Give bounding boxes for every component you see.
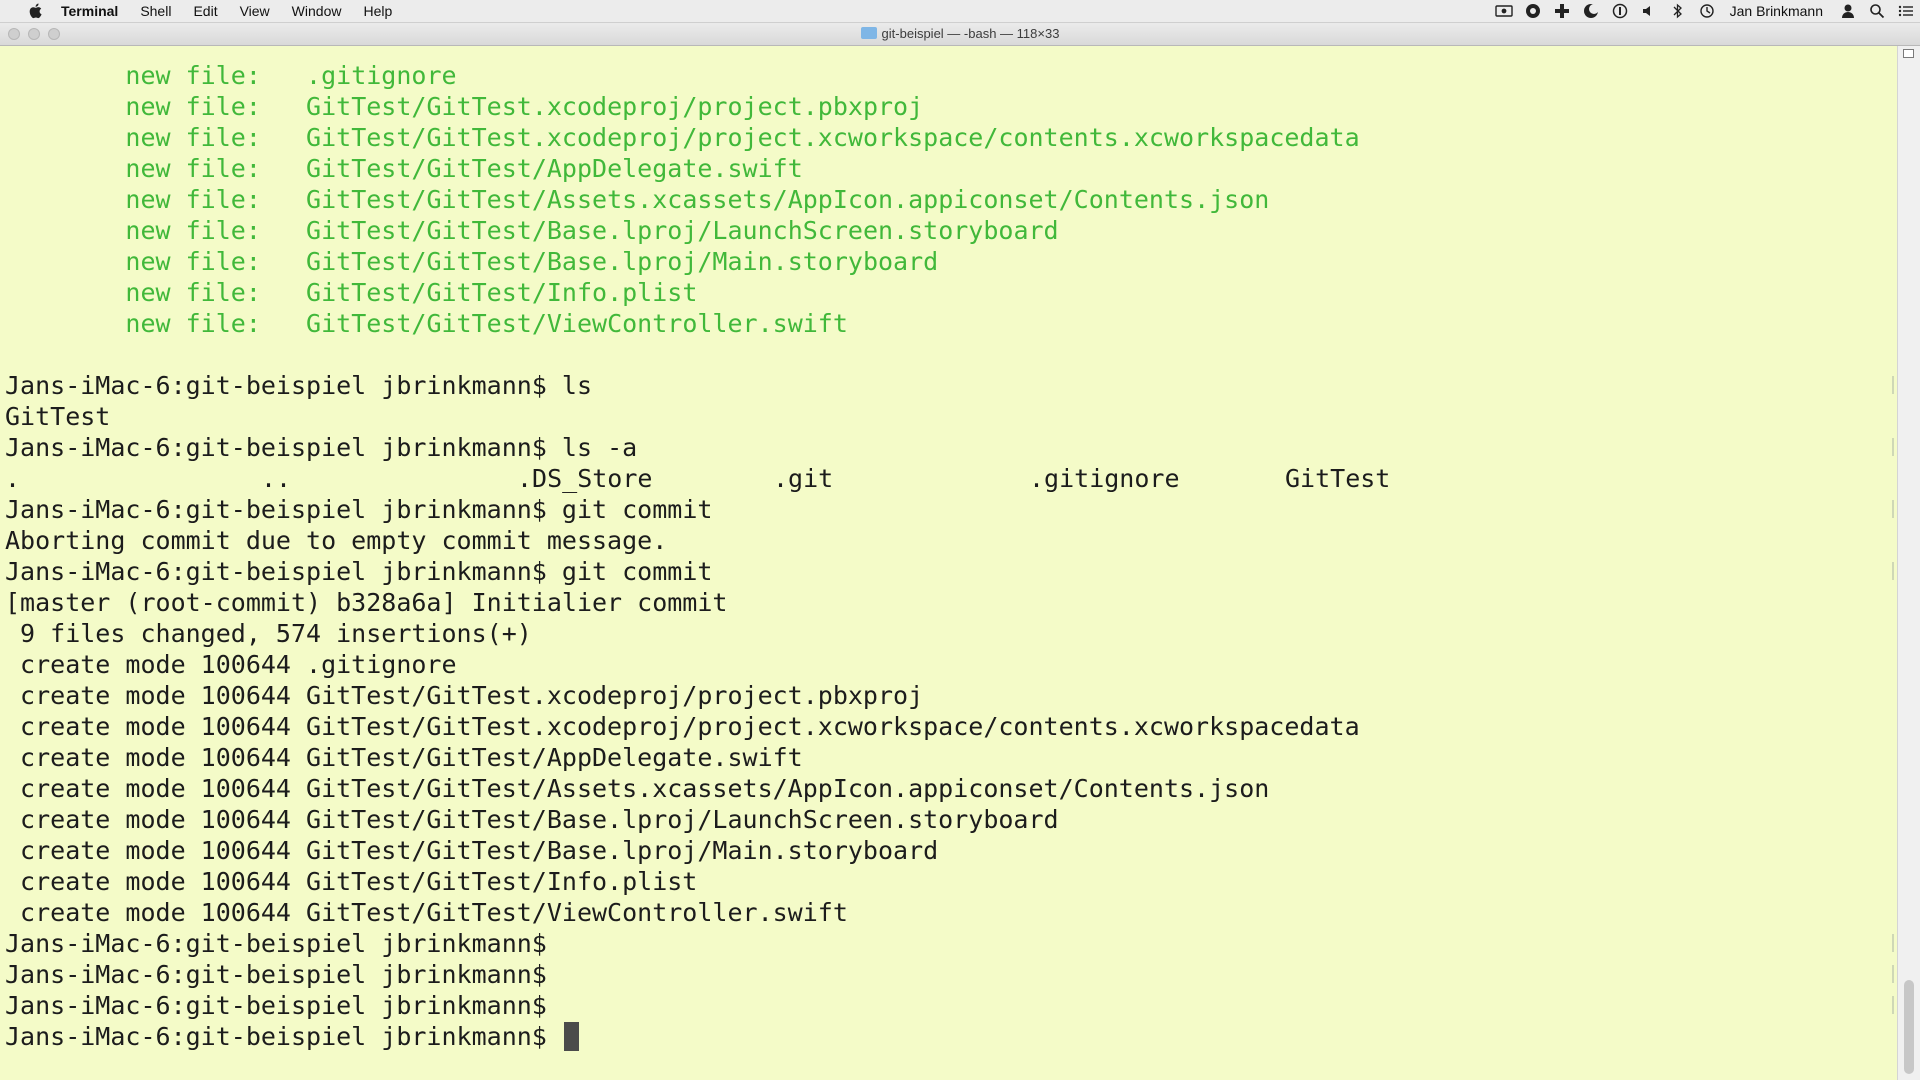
status-area: Jan Brinkmann [1490, 0, 1920, 22]
command-mark [1892, 996, 1894, 1014]
output-line: Aborting commit due to empty commit mess… [5, 526, 668, 555]
screen-record-icon[interactable] [1490, 0, 1519, 22]
time-machine-icon[interactable] [1693, 0, 1722, 22]
output-line: create mode 100644 .gitignore [5, 650, 457, 679]
staged-file-line: new file: GitTest/GitTest.xcodeproj/proj… [125, 92, 924, 121]
staged-file-line: new file: GitTest/GitTest/Base.lproj/Mai… [125, 247, 939, 276]
staged-file-line: new file: .gitignore [125, 61, 457, 90]
prompt-line: Jans-iMac-6:git-beispiel jbrinkmann$ [5, 991, 547, 1020]
output-line: 9 files changed, 574 insertions(+) [5, 619, 532, 648]
menu-edit[interactable]: Edit [182, 0, 228, 22]
ls-entry: GitTest [1285, 464, 1391, 493]
volume-icon[interactable] [1635, 0, 1664, 22]
command-mark [1892, 965, 1894, 983]
folder-icon [860, 27, 877, 39]
active-prompt-line[interactable]: Jans-iMac-6:git-beispiel jbrinkmann$ [5, 1021, 579, 1052]
add-icon[interactable] [1548, 0, 1577, 22]
output-line: [master (root-commit) b328a6a] Initialie… [5, 588, 728, 617]
ls-output-line: . .. .DS_Store .git .gitignore GitTest [5, 463, 1505, 494]
output-line: create mode 100644 GitTest/GitTest/ViewC… [5, 898, 848, 927]
output-line: create mode 100644 GitTest/GitTest.xcode… [5, 712, 1360, 741]
menu-bar: Terminal Shell Edit View Window Help Jan… [0, 0, 1920, 23]
output-line: GitTest [5, 402, 111, 431]
output-line: create mode 100644 GitTest/GitTest.xcode… [5, 681, 924, 710]
prompt-line: Jans-iMac-6:git-beispiel jbrinkmann$ [5, 929, 547, 958]
search-icon[interactable] [1862, 0, 1891, 22]
command-line: Jans-iMac-6:git-beispiel jbrinkmann$ git… [5, 495, 713, 524]
command-line: Jans-iMac-6:git-beispiel jbrinkmann$ ls [5, 371, 593, 400]
user-icon[interactable] [1833, 0, 1862, 22]
command-mark [1892, 934, 1894, 952]
menu-terminal[interactable]: Terminal [50, 0, 129, 22]
menu-shell[interactable]: Shell [129, 0, 182, 22]
ls-entry: .gitignore [1029, 464, 1180, 493]
output-line: create mode 100644 GitTest/GitTest/Base.… [5, 836, 939, 865]
output-line: create mode 100644 GitTest/GitTest/Asset… [5, 774, 1270, 803]
ls-entry: .. [261, 464, 292, 493]
output-line: create mode 100644 GitTest/GitTest/Info.… [5, 867, 698, 896]
split-pane-icon[interactable] [1903, 49, 1914, 58]
staged-file-line: new file: GitTest/GitTest.xcodeproj/proj… [125, 123, 1360, 152]
window-titlebar[interactable]: git-beispiel — -bash — 118×33 [0, 23, 1920, 46]
ls-entry: . [5, 464, 21, 493]
command-mark [1892, 500, 1894, 518]
ls-entry: .DS_Store [517, 464, 653, 493]
creative-cloud-icon[interactable] [1519, 0, 1548, 22]
command-mark [1892, 376, 1894, 394]
staged-file-line: new file: GitTest/GitTest/Info.plist [125, 278, 698, 307]
command-line: Jans-iMac-6:git-beispiel jbrinkmann$ git… [5, 557, 713, 586]
command-mark [1892, 438, 1894, 456]
menu-help[interactable]: Help [352, 0, 403, 22]
vertical-scrollbar[interactable] [1897, 46, 1920, 1080]
output-line: create mode 100644 GitTest/GitTest/Base.… [5, 805, 1059, 834]
notification-center-icon[interactable] [1891, 0, 1920, 22]
window-title: git-beispiel — -bash — 118×33 [0, 23, 1920, 45]
command-mark [1892, 562, 1894, 580]
staged-file-line: new file: GitTest/GitTest/Base.lproj/Lau… [125, 216, 1059, 245]
user-name[interactable]: Jan Brinkmann [1722, 3, 1833, 19]
output-line: create mode 100644 GitTest/GitTest/AppDe… [5, 743, 803, 772]
prompt-line: Jans-iMac-6:git-beispiel jbrinkmann$ [5, 960, 547, 989]
bluetooth-icon[interactable] [1664, 0, 1693, 22]
text-cursor [563, 1022, 579, 1051]
staged-file-line: new file: GitTest/GitTest/Assets.xcasset… [125, 185, 1270, 214]
command-line: Jans-iMac-6:git-beispiel jbrinkmann$ ls … [5, 433, 638, 462]
ls-entry: .git [773, 464, 834, 493]
scrollbar-thumb[interactable] [1904, 980, 1914, 1074]
apple-icon[interactable] [20, 3, 50, 19]
moon-icon[interactable] [1577, 0, 1606, 22]
menu-view[interactable]: View [229, 0, 281, 22]
window-title-text: git-beispiel — -bash — 118×33 [881, 26, 1060, 41]
terminal-output[interactable]: new file: .gitignore new file: GitTest/G… [0, 46, 1898, 1074]
staged-file-line: new file: GitTest/GitTest/ViewController… [125, 309, 848, 338]
staged-file-line: new file: GitTest/GitTest/AppDelegate.sw… [125, 154, 803, 183]
info-icon[interactable] [1606, 0, 1635, 22]
menu-window[interactable]: Window [281, 0, 353, 22]
